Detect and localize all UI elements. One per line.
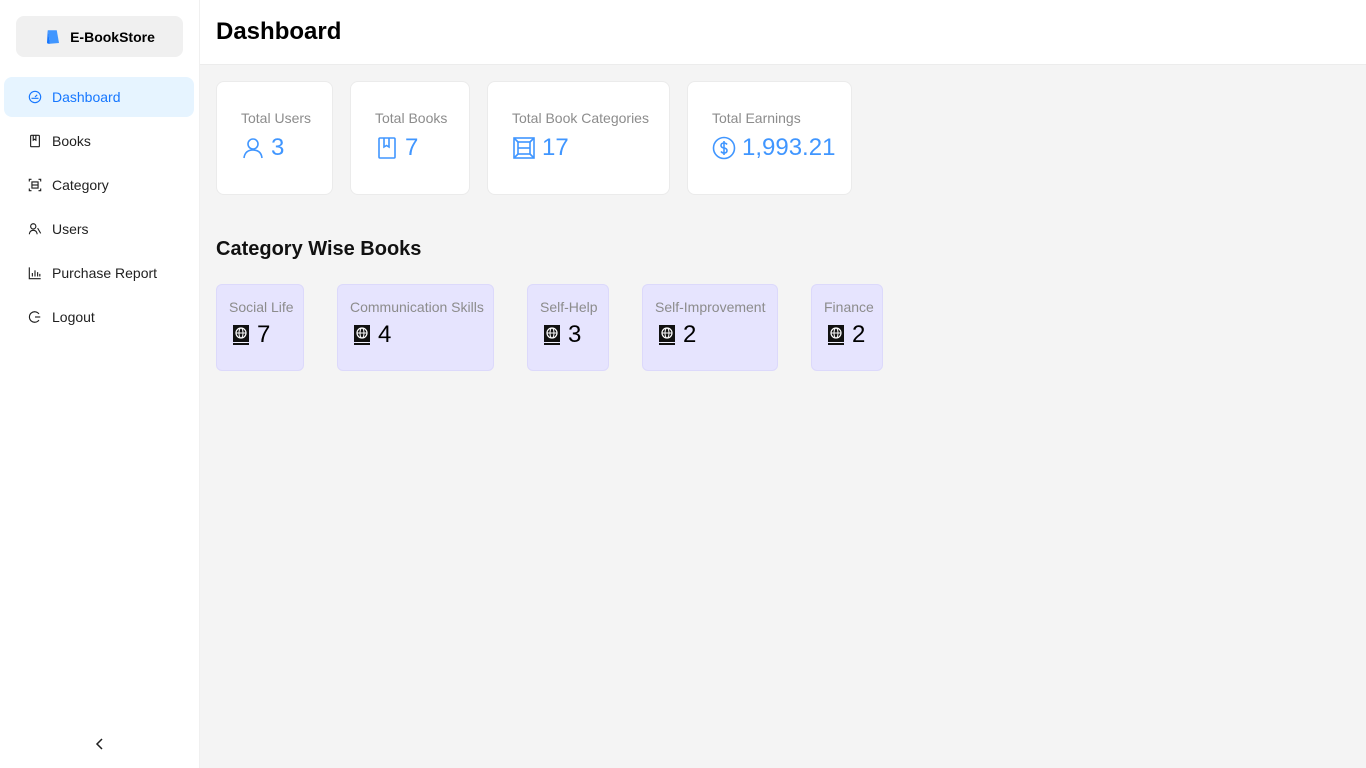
page-title: Dashboard <box>216 18 342 45</box>
sidebar-item-label: Users <box>52 221 89 237</box>
sidebar-item-dashboard[interactable]: Dashboard <box>4 77 194 117</box>
category-card-finance[interactable]: Finance 2 <box>811 284 883 371</box>
book-icon <box>28 134 42 148</box>
sidebar-item-label: Purchase Report <box>52 265 158 281</box>
category-count: 2 <box>852 321 866 348</box>
stat-value: 3 <box>271 134 285 161</box>
stat-card-total-book-categories: Total Book Categories 17 <box>487 81 670 195</box>
sidebar-item-purchase-report[interactable]: Purchase Report <box>4 253 194 293</box>
top-header: Dashboard <box>200 0 1366 65</box>
stats-row: Total Users 3 Total Books 7 Total Book C <box>216 81 852 195</box>
sidebar-item-logout[interactable]: Logout <box>4 297 194 337</box>
category-count: 7 <box>257 321 271 348</box>
sidebar-item-category[interactable]: Category <box>4 165 194 205</box>
brand-name: E-BookStore <box>70 28 155 45</box>
sidebar-item-label: Dashboard <box>52 89 121 105</box>
logout-icon <box>28 310 42 324</box>
dashboard-icon <box>28 90 42 104</box>
sidebar-menu: Dashboard Books Category Users Purchase … <box>4 77 194 341</box>
chevron-left-icon <box>93 737 107 751</box>
category-name: Social Life <box>229 299 294 315</box>
sidebar: E-BookStore Dashboard Books Category Use… <box>0 0 200 768</box>
category-card-self-help[interactable]: Self-Help 3 <box>527 284 609 371</box>
category-name: Self-Help <box>540 299 598 315</box>
category-icon <box>512 136 536 160</box>
category-name: Self-Improvement <box>655 299 766 315</box>
sidebar-item-label: Logout <box>52 309 95 325</box>
stat-value: 7 <box>405 134 419 161</box>
section-title: Category Wise Books <box>216 238 422 260</box>
sidebar-item-books[interactable]: Books <box>4 121 194 161</box>
category-count: 3 <box>568 321 582 348</box>
user-icon <box>241 136 265 160</box>
category-name: Finance <box>824 299 874 315</box>
book-icon <box>375 136 399 160</box>
globe-book-icon <box>350 323 374 347</box>
category-card-communication-skills[interactable]: Communication Skills 4 <box>337 284 494 371</box>
stat-title: Total Earnings <box>712 110 801 126</box>
category-card-social-life[interactable]: Social Life 7 <box>216 284 304 371</box>
stat-title: Total Books <box>375 110 448 126</box>
globe-book-icon <box>655 323 679 347</box>
dollar-icon <box>712 136 736 160</box>
users-icon <box>28 222 42 236</box>
stat-title: Total Users <box>241 110 312 126</box>
category-count: 4 <box>378 321 392 348</box>
stat-title: Total Book Categories <box>512 110 649 126</box>
stat-card-total-earnings: Total Earnings 1,993.21 <box>687 81 852 195</box>
stat-card-total-users: Total Users 3 <box>216 81 333 195</box>
category-icon <box>28 178 42 192</box>
category-cards: Social Life 7 Communication Skills 4 Sel… <box>216 284 883 371</box>
globe-book-icon <box>540 323 564 347</box>
globe-book-icon <box>824 323 848 347</box>
bar-chart-icon <box>28 266 42 280</box>
category-count: 2 <box>683 321 697 348</box>
stat-value: 17 <box>542 134 569 161</box>
stat-card-total-books: Total Books 7 <box>350 81 470 195</box>
sidebar-item-users[interactable]: Users <box>4 209 194 249</box>
sidebar-item-label: Books <box>52 133 91 149</box>
collapse-sidebar-button[interactable] <box>0 720 200 768</box>
category-card-self-improvement[interactable]: Self-Improvement 2 <box>642 284 778 371</box>
stat-value: 1,993.21 <box>742 134 836 161</box>
globe-book-icon <box>229 323 253 347</box>
book-icon <box>44 28 62 46</box>
brand-logo[interactable]: E-BookStore <box>16 16 183 57</box>
category-name: Communication Skills <box>350 299 484 315</box>
sidebar-item-label: Category <box>52 177 109 193</box>
